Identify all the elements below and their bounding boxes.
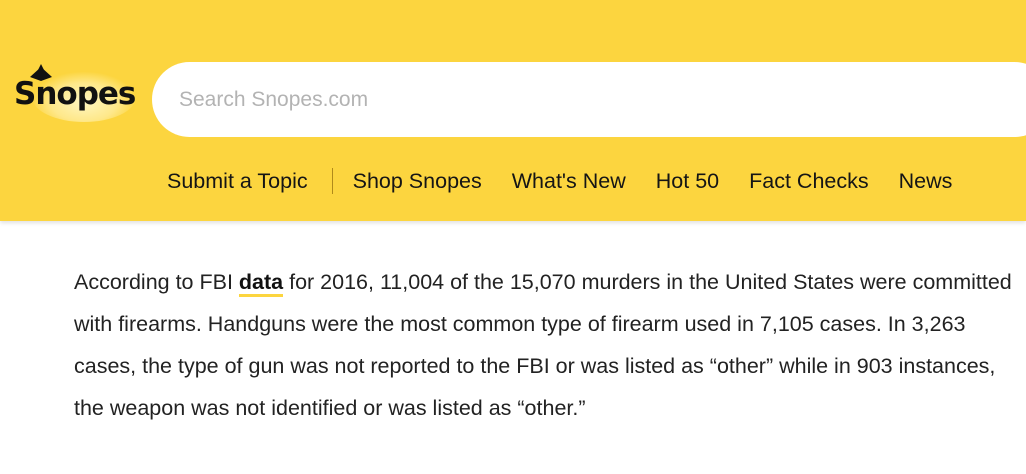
nav-news[interactable]: News xyxy=(899,169,953,194)
snopes-logo[interactable]: Snopes xyxy=(12,58,136,124)
fbi-data-link[interactable]: data xyxy=(238,270,284,297)
main-nav: Submit a Topic Shop Snopes What's New Ho… xyxy=(167,165,952,197)
search-input[interactable] xyxy=(177,86,1001,113)
site-header: Snopes Submit a Topic Shop Snopes What's… xyxy=(0,0,1026,221)
nav-submit-a-topic[interactable]: Submit a Topic xyxy=(167,169,308,194)
article-body: According to FBI data for 2016, 11,004 o… xyxy=(0,221,1026,474)
search-bar[interactable] xyxy=(152,62,1026,137)
nav-hot-50[interactable]: Hot 50 xyxy=(656,169,719,194)
nav-whats-new[interactable]: What's New xyxy=(512,169,626,194)
paragraph-text-start: According to FBI xyxy=(74,270,239,294)
nav-fact-checks[interactable]: Fact Checks xyxy=(749,169,868,194)
nav-shop-snopes[interactable]: Shop Snopes xyxy=(353,169,482,194)
article-paragraph: According to FBI data for 2016, 11,004 o… xyxy=(74,261,1014,429)
nav-divider xyxy=(331,168,333,194)
logo-wordmark: Snopes xyxy=(14,76,136,112)
